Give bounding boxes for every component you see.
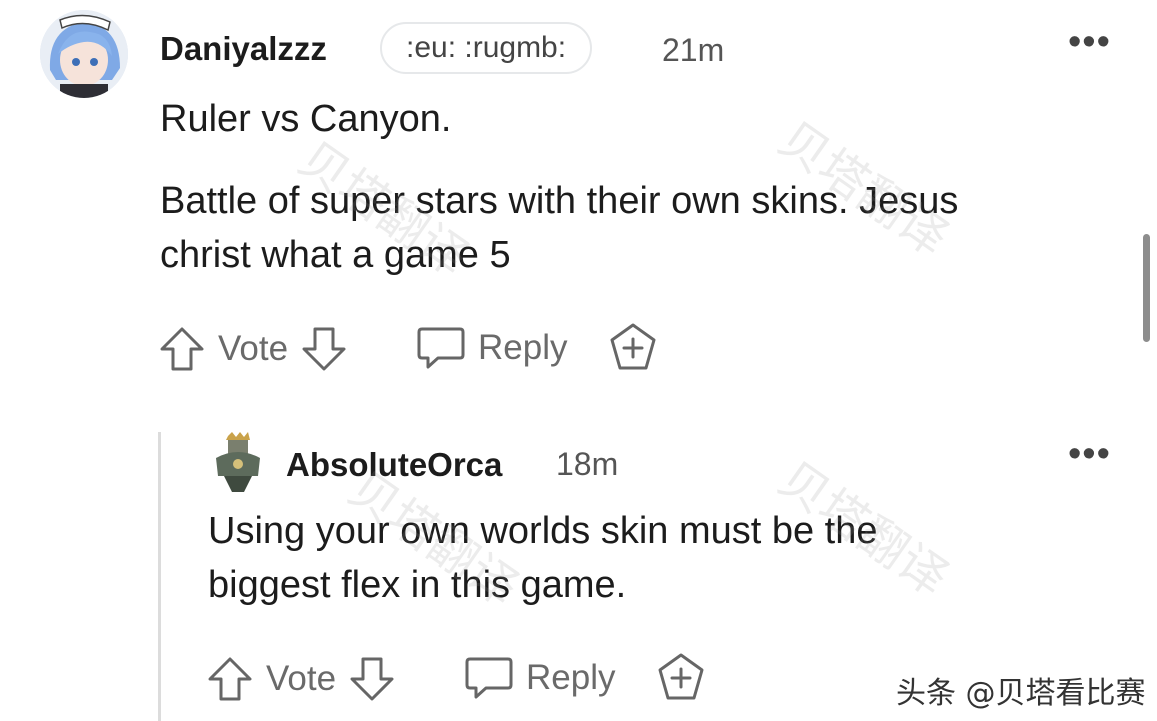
award-plus-icon bbox=[658, 653, 704, 700]
comment-paragraph: Using your own worlds skin must be the bbox=[208, 510, 878, 552]
comment-paragraph: biggest flex in this game. bbox=[208, 564, 627, 606]
reply-icon bbox=[417, 327, 465, 369]
more-options-icon[interactable]: ••• bbox=[1068, 435, 1111, 473]
source-tag: 头条 @贝塔看比赛 bbox=[896, 676, 1146, 711]
reply-label: Reply bbox=[478, 328, 568, 367]
reply-label: Reply bbox=[526, 658, 616, 697]
upvote-icon[interactable] bbox=[158, 325, 206, 373]
reply-icon bbox=[465, 657, 513, 699]
more-options-icon[interactable]: ••• bbox=[1068, 23, 1111, 61]
downvote-icon[interactable] bbox=[300, 325, 348, 373]
avatar[interactable] bbox=[40, 10, 128, 98]
vote-label: Vote bbox=[218, 329, 289, 368]
downvote-icon[interactable] bbox=[348, 655, 396, 703]
vote-group: Vote bbox=[158, 324, 348, 374]
avatar[interactable] bbox=[210, 432, 266, 492]
award-plus-icon bbox=[610, 323, 656, 370]
username[interactable]: Daniyalzzz bbox=[160, 30, 327, 68]
upvote-icon[interactable] bbox=[206, 655, 254, 703]
user-flair: :eu: :rugmb: bbox=[380, 22, 593, 74]
timestamp: 18m bbox=[556, 446, 619, 482]
vote-group: Vote bbox=[206, 654, 396, 704]
reply-button[interactable]: Reply bbox=[464, 652, 615, 704]
timestamp: 21m bbox=[662, 32, 725, 68]
vote-label: Vote bbox=[266, 659, 337, 698]
comment-paragraph: christ what a game 5 bbox=[160, 234, 511, 276]
thread-line[interactable] bbox=[158, 432, 161, 721]
award-button[interactable] bbox=[608, 322, 658, 377]
reply-button[interactable]: Reply bbox=[416, 322, 567, 374]
scrollbar[interactable] bbox=[1143, 234, 1150, 342]
award-button[interactable] bbox=[656, 652, 706, 707]
comment-body: Using your own worlds skin must be the b… bbox=[208, 504, 878, 612]
